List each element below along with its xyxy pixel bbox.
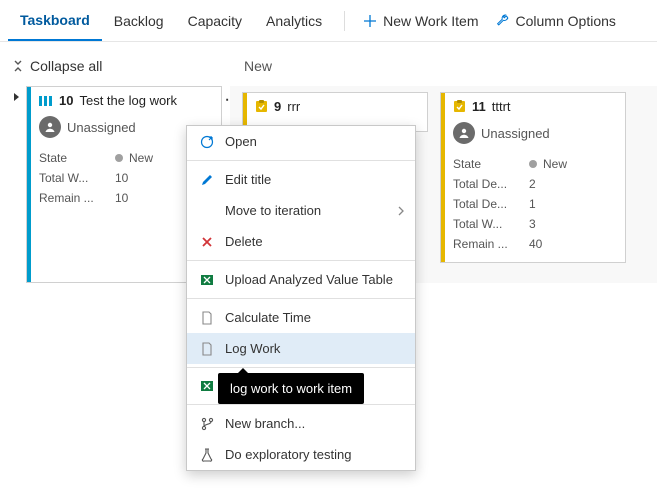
field-value: 2	[529, 177, 617, 191]
field-label: Total De...	[453, 177, 529, 191]
menu-move-iteration[interactable]: Move to iteration	[187, 195, 415, 226]
menu-label: Move to iteration	[225, 203, 321, 218]
menu-label: New branch...	[225, 416, 305, 431]
excel-icon	[199, 273, 215, 287]
status-dot-icon	[115, 154, 123, 162]
tab-analytics[interactable]: Analytics	[254, 0, 334, 41]
menu-upload-table[interactable]: Upload Analyzed Value Table	[187, 264, 415, 295]
field-label: State	[453, 157, 529, 171]
assignee-label: Unassigned	[481, 126, 550, 141]
tabs: Taskboard Backlog Capacity Analytics	[8, 0, 334, 41]
task-type-icon	[453, 100, 466, 113]
board: Collapse all New	[0, 42, 657, 86]
field-label: Remain ...	[453, 237, 529, 251]
task-title: rrr	[287, 99, 300, 114]
flask-icon	[199, 448, 215, 462]
document-icon	[199, 342, 215, 356]
task-title: tttrt	[492, 99, 511, 114]
tab-backlog[interactable]: Backlog	[102, 0, 176, 41]
chevron-right-icon	[397, 206, 405, 216]
task-type-icon	[255, 100, 268, 113]
collapse-all-label: Collapse all	[30, 58, 102, 74]
menu-calculate-time[interactable]: Calculate Time	[187, 302, 415, 333]
field-label: Total W...	[39, 171, 115, 185]
field-value: 40	[529, 237, 617, 251]
status-dot-icon	[529, 160, 537, 168]
open-icon	[199, 135, 215, 149]
pbi-type-icon	[39, 95, 53, 107]
new-work-item-button[interactable]: New Work Item	[355, 9, 486, 33]
pbi-title: Test the log work	[79, 93, 177, 108]
field-value: 3	[529, 217, 617, 231]
task-id: 11	[472, 99, 486, 114]
tooltip: log work to work item	[218, 373, 364, 404]
branch-icon	[199, 417, 215, 431]
menu-separator	[187, 367, 415, 368]
plus-icon	[363, 14, 377, 28]
collapse-all-button[interactable]: Collapse all	[12, 52, 222, 86]
assignee[interactable]: Unassigned	[453, 122, 617, 144]
field-value: New	[529, 157, 617, 171]
context-menu: Open Edit title Move to iteration Delete…	[186, 125, 416, 471]
menu-exploratory-testing[interactable]: Do exploratory testing	[187, 439, 415, 470]
state-columns: New	[230, 52, 657, 86]
task-fields: StateNew Total De...2 Total De...1 Total…	[453, 154, 617, 254]
excel-icon	[199, 379, 215, 393]
menu-separator	[187, 298, 415, 299]
document-icon	[199, 311, 215, 325]
menu-label: Calculate Time	[225, 310, 311, 325]
pbi-id: 10	[59, 93, 73, 108]
menu-new-branch[interactable]: New branch...	[187, 408, 415, 439]
avatar-icon	[453, 122, 475, 144]
avatar-icon	[39, 116, 61, 138]
menu-edit-title[interactable]: Edit title	[187, 164, 415, 195]
column-options-button[interactable]: Column Options	[487, 9, 624, 33]
menu-separator	[187, 260, 415, 261]
pencil-icon	[199, 173, 215, 187]
menu-label: Upload Analyzed Value Table	[225, 272, 393, 287]
expander-icon[interactable]	[12, 92, 22, 108]
menu-label: Log Work	[225, 341, 280, 356]
menu-log-work[interactable]: Log Work	[187, 333, 415, 364]
tooltip-text: log work to work item	[230, 381, 352, 396]
field-label: State	[39, 151, 115, 165]
collapse-icon	[12, 60, 24, 72]
tab-taskboard[interactable]: Taskboard	[8, 0, 102, 41]
menu-separator	[187, 404, 415, 405]
menu-label: Do exploratory testing	[225, 447, 351, 462]
tab-capacity[interactable]: Capacity	[176, 0, 254, 41]
field-value: 1	[529, 197, 617, 211]
menu-open[interactable]: Open	[187, 126, 415, 157]
menu-label: Edit title	[225, 172, 271, 187]
column-header-new: New	[230, 52, 657, 86]
menu-label: Open	[225, 134, 257, 149]
field-label: Remain ...	[39, 191, 115, 205]
column-options-label: Column Options	[516, 13, 616, 29]
menu-label: Delete	[225, 234, 263, 249]
separator	[344, 11, 345, 31]
delete-icon	[199, 236, 215, 248]
assignee-label: Unassigned	[67, 120, 136, 135]
top-toolbar: Taskboard Backlog Capacity Analytics New…	[0, 0, 657, 42]
wrench-icon	[495, 13, 510, 28]
field-label: Total W...	[453, 217, 529, 231]
pbi-stripe	[27, 87, 31, 282]
menu-separator	[187, 160, 415, 161]
task-id: 9	[274, 99, 281, 114]
menu-delete[interactable]: Delete	[187, 226, 415, 257]
task-stripe	[441, 93, 445, 262]
backlog-column: Collapse all	[0, 52, 230, 86]
new-work-item-label: New Work Item	[383, 13, 478, 29]
task-card[interactable]: 11 tttrt Unassigned StateNew Total De...…	[440, 92, 626, 263]
field-label: Total De...	[453, 197, 529, 211]
